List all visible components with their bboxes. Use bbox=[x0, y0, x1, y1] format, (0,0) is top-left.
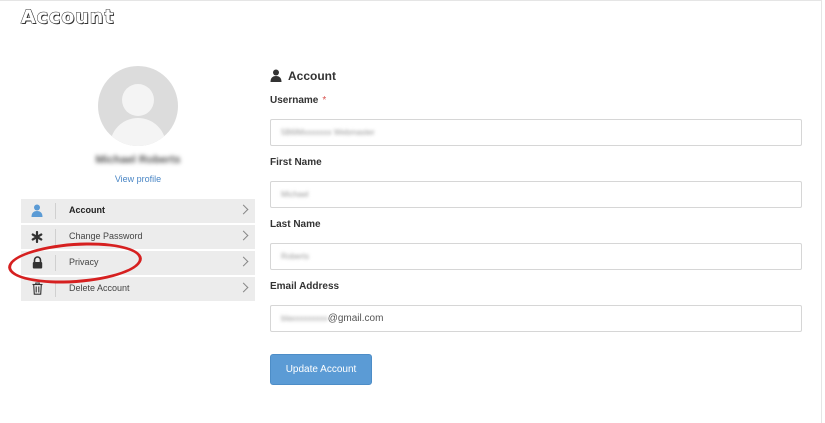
menu-item-label: Change Password bbox=[69, 231, 143, 241]
chevron-right-icon bbox=[238, 230, 249, 241]
menu-separator bbox=[55, 255, 56, 271]
username-label: Username * bbox=[270, 95, 326, 106]
email-local-part: blaxxxxxxxxx bbox=[281, 314, 328, 323]
chevron-right-icon bbox=[238, 256, 249, 267]
view-profile-link[interactable]: View profile bbox=[60, 174, 216, 184]
menu-item-label: Account bbox=[69, 205, 105, 215]
account-menu: Account Change Password Privacy Delete A… bbox=[21, 199, 255, 303]
menu-separator bbox=[55, 281, 56, 297]
update-account-button[interactable]: Update Account bbox=[270, 354, 372, 385]
first-name-field[interactable]: Michael bbox=[270, 181, 802, 208]
section-title: Account bbox=[270, 69, 336, 85]
menu-item-label: Delete Account bbox=[69, 283, 130, 293]
menu-item-delete-account[interactable]: Delete Account bbox=[21, 277, 255, 301]
trash-icon bbox=[29, 282, 45, 296]
last-name-label: Last Name bbox=[270, 219, 321, 230]
email-field[interactable]: blaxxxxxxxxx@gmail.com bbox=[270, 305, 802, 332]
section-title-label: Account bbox=[288, 69, 336, 83]
avatar-head bbox=[122, 84, 154, 116]
first-name-value: Michael bbox=[281, 190, 309, 199]
last-name-field[interactable]: Roberts bbox=[270, 243, 802, 270]
frame-border-right bbox=[821, 0, 822, 423]
user-icon bbox=[29, 204, 45, 218]
username-label-text: Username bbox=[270, 95, 319, 106]
menu-separator bbox=[55, 203, 56, 219]
lock-icon bbox=[29, 256, 45, 270]
menu-separator bbox=[55, 229, 56, 245]
first-name-label: First Name bbox=[270, 157, 322, 168]
menu-item-account[interactable]: Account bbox=[21, 199, 255, 223]
required-marker: * bbox=[322, 95, 327, 106]
chevron-right-icon bbox=[238, 204, 249, 215]
avatar-body bbox=[110, 118, 166, 146]
profile-name: Michael Roberts bbox=[95, 154, 181, 166]
chevron-right-icon bbox=[238, 282, 249, 293]
frame-border-top bbox=[0, 0, 822, 1]
avatar bbox=[98, 66, 178, 146]
page-title: Account bbox=[20, 6, 115, 29]
user-icon bbox=[270, 69, 282, 85]
menu-item-label: Privacy bbox=[69, 257, 99, 267]
username-field[interactable]: 5B6lMxxxxxxx Webmaster bbox=[270, 119, 802, 146]
last-name-value: Roberts bbox=[281, 252, 310, 261]
email-label: Email Address bbox=[270, 281, 340, 292]
email-domain: @gmail.com bbox=[327, 313, 384, 324]
menu-item-change-password[interactable]: Change Password bbox=[21, 225, 255, 249]
username-value: 5B6lMxxxxxxx Webmaster bbox=[281, 128, 375, 137]
email-value: blaxxxxxxxxx@gmail.com bbox=[281, 313, 383, 324]
menu-item-privacy[interactable]: Privacy bbox=[21, 251, 255, 275]
asterisk-icon bbox=[29, 230, 45, 244]
